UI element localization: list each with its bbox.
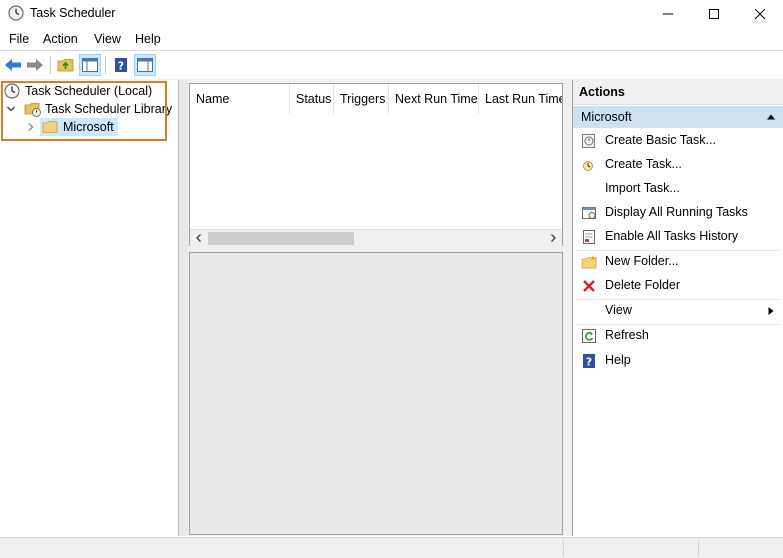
action-label: Create Task... [605, 157, 682, 171]
action-label: Delete Folder [605, 278, 681, 292]
actions-pane: Actions Microsoft Create Basic Task... C… [572, 80, 783, 536]
status-divider [698, 541, 699, 557]
action-label: Enable All Tasks History [605, 229, 739, 243]
action-label: Create Basic Task... [605, 133, 716, 147]
create-basic-task-icon [582, 134, 595, 148]
menu-view[interactable]: View [94, 32, 121, 46]
scroll-left-arrow-icon[interactable] [194, 233, 204, 243]
action-create-task[interactable]: Create Task... [573, 153, 783, 177]
action-enable-all-tasks-history[interactable]: Enable All Tasks History [573, 225, 783, 249]
actions-header: Actions [573, 80, 783, 105]
forward-button[interactable] [24, 54, 46, 76]
minimize-button[interactable] [645, 0, 691, 27]
scroll-right-arrow-icon[interactable] [548, 233, 558, 243]
column-header-last-run-time[interactable]: Last Run Time [479, 84, 562, 114]
annotation-highlight-box [1, 81, 167, 141]
collapse-up-icon[interactable] [766, 113, 776, 121]
console-tree-icon [82, 58, 98, 72]
console-tree: Task Scheduler (Local) Task Scheduler Li… [0, 80, 179, 536]
show-hide-console-tree-button[interactable] [79, 54, 101, 76]
history-icon [583, 230, 595, 244]
back-button[interactable] [2, 54, 24, 76]
status-divider [563, 541, 564, 557]
column-header-name[interactable]: Name [190, 84, 290, 114]
action-help[interactable]: ? Help [573, 349, 783, 373]
action-import-task[interactable]: Import Task... [573, 177, 783, 201]
menu-help[interactable]: Help [135, 32, 161, 46]
show-hide-action-pane-button[interactable] [134, 54, 156, 76]
horizontal-scrollbar[interactable] [190, 229, 562, 246]
title-bar: Task Scheduler [0, 0, 783, 27]
action-display-all-running-tasks[interactable]: Display All Running Tasks [573, 201, 783, 225]
up-folder-button[interactable] [55, 54, 77, 76]
action-create-basic-task[interactable]: Create Basic Task... [573, 129, 783, 153]
action-label: Display All Running Tasks [605, 205, 748, 219]
refresh-icon [582, 329, 596, 343]
forward-arrow-icon [27, 59, 43, 71]
task-details-pane [189, 252, 563, 535]
menu-file[interactable]: File [9, 32, 29, 46]
task-scheduler-clock-icon [8, 5, 24, 21]
actions-section-microsoft[interactable]: Microsoft [573, 106, 783, 128]
menu-bar: File Action View Help [0, 29, 783, 49]
action-delete-folder[interactable]: Delete Folder [573, 274, 783, 298]
task-list: Name Status Triggers Next Run Time Last … [189, 83, 563, 246]
svg-text:?: ? [118, 60, 124, 73]
action-label: Import Task... [605, 181, 680, 195]
scrollbar-thumb[interactable] [208, 232, 354, 245]
toolbar-separator [105, 56, 106, 74]
column-header-status[interactable]: Status [290, 84, 334, 114]
action-label: Help [605, 353, 631, 367]
status-bar [0, 537, 783, 558]
running-tasks-icon [582, 207, 596, 219]
help-icon: ? [583, 354, 595, 369]
create-task-icon [583, 161, 593, 171]
new-folder-icon [581, 255, 597, 269]
maximize-button[interactable] [691, 0, 737, 27]
action-refresh[interactable]: Refresh [573, 324, 783, 348]
toolbar-separator [50, 56, 51, 74]
delete-icon [583, 280, 595, 292]
help-book-icon: ? [115, 58, 127, 73]
action-label: View [605, 303, 632, 317]
action-label: New Folder... [605, 254, 679, 268]
help-toolbar-button[interactable]: ? [110, 54, 132, 76]
action-label: Refresh [605, 328, 649, 342]
action-new-folder[interactable]: New Folder... [573, 250, 783, 274]
action-pane-icon [137, 58, 153, 72]
folder-up-icon [57, 59, 74, 72]
submenu-arrow-icon [768, 307, 774, 315]
toolbar: ? [0, 50, 783, 78]
svg-text:?: ? [586, 356, 592, 369]
menu-action[interactable]: Action [43, 32, 78, 46]
close-button[interactable] [737, 0, 783, 27]
section-title: Microsoft [581, 110, 632, 124]
window-title: Task Scheduler [30, 6, 116, 20]
column-header-next-run-time[interactable]: Next Run Time [389, 84, 479, 114]
action-view[interactable]: View [573, 299, 783, 323]
column-header-triggers[interactable]: Triggers [334, 84, 389, 114]
back-arrow-icon [5, 59, 21, 71]
pane-splitter[interactable] [179, 80, 188, 536]
